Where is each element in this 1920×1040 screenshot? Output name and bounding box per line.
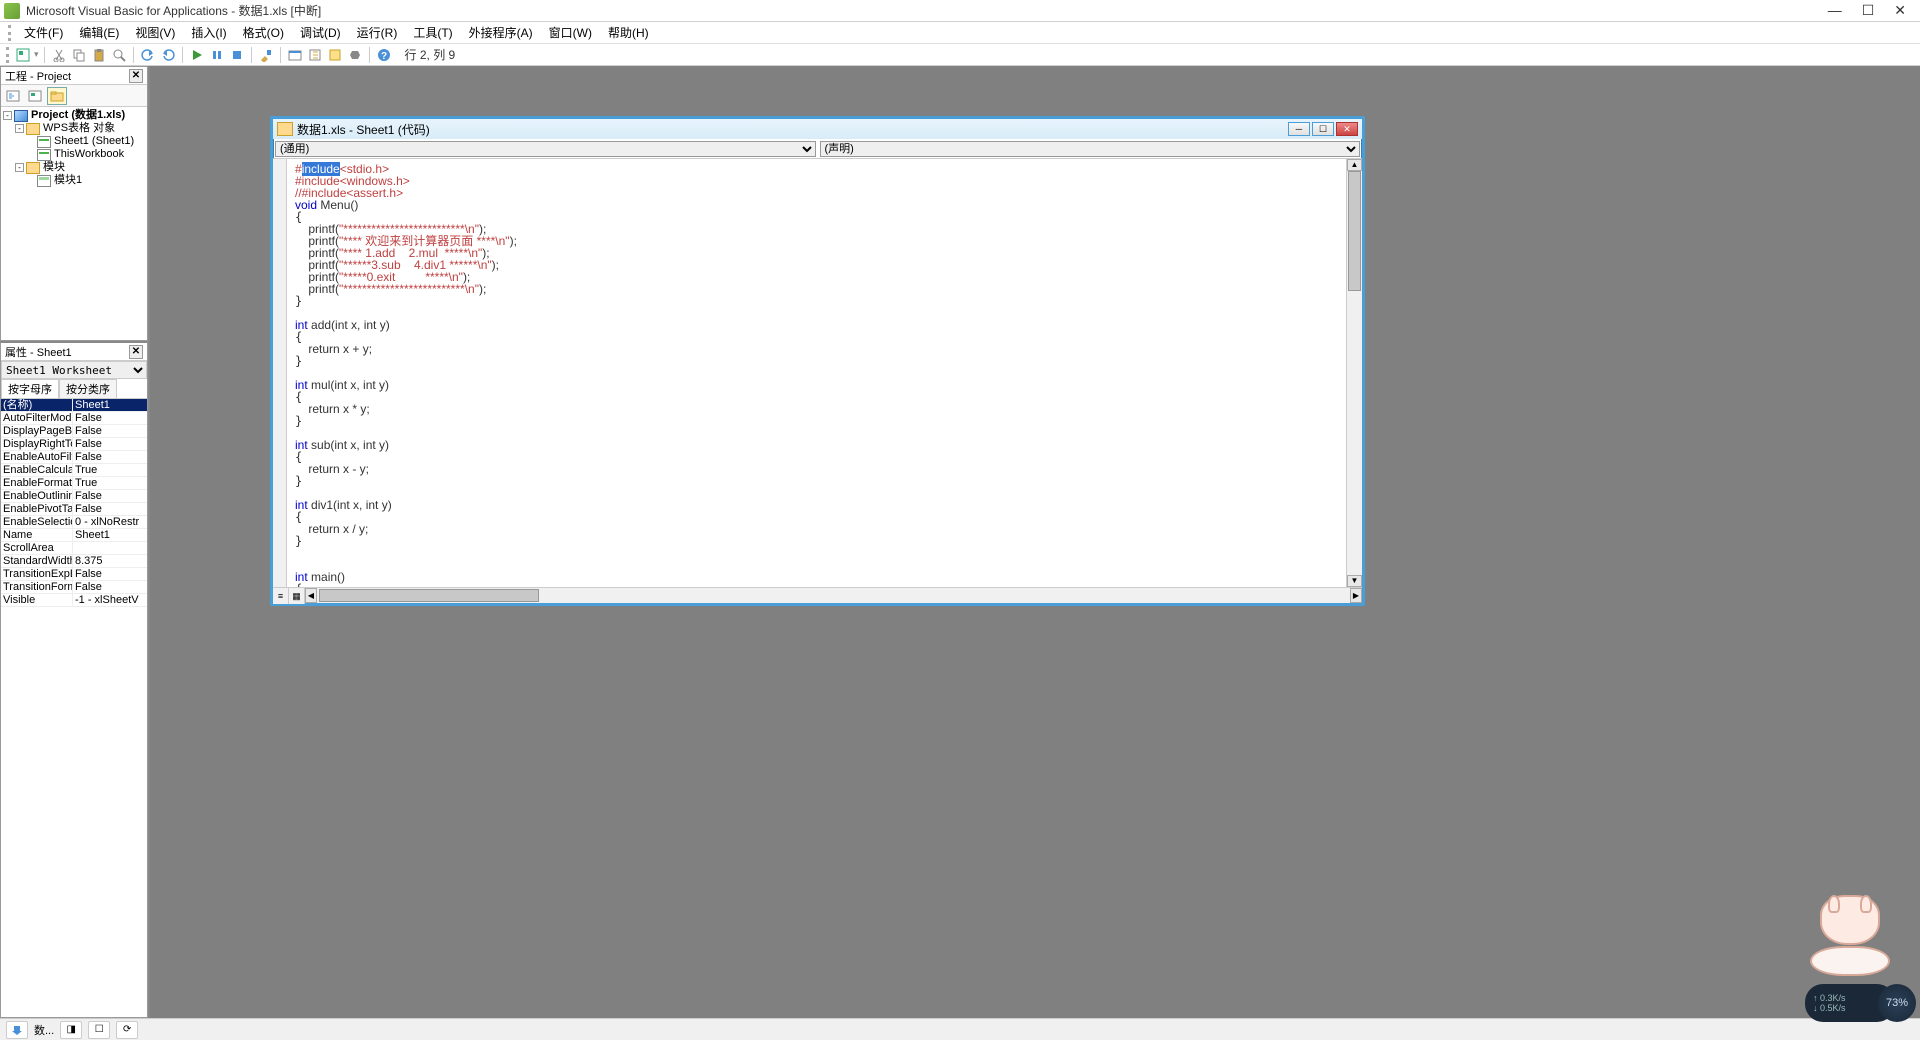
tb-break-icon[interactable] [208,46,226,64]
tb-redo-icon[interactable] [159,46,177,64]
tb-undo-icon[interactable] [139,46,157,64]
menu-file[interactable]: 文件(F) [18,22,69,43]
code-vertical-scrollbar[interactable]: ▲ ▼ [1346,159,1362,587]
close-button[interactable]: ✕ [1894,2,1906,19]
menu-help[interactable]: 帮助(H) [602,22,655,43]
tb-properties-icon[interactable] [306,46,324,64]
property-row[interactable]: AutoFilterModeFalse [1,412,147,425]
property-row[interactable]: EnablePivotTabFalse [1,503,147,516]
code-editor[interactable]: #include<stdio.h> #include<windows.h> //… [287,159,1346,587]
project-panel-title: 工程 - Project [5,68,71,84]
tb-cut-icon[interactable] [50,46,68,64]
property-row[interactable]: NameSheet1 [1,529,147,542]
property-row[interactable]: EnableOutlininFalse [1,490,147,503]
code-margin[interactable] [273,159,287,587]
maximize-button[interactable]: ☐ [1862,2,1875,19]
property-row[interactable]: Visible-1 - xlSheetV [1,594,147,607]
menu-run[interactable]: 运行(R) [351,22,404,43]
percent-widget[interactable]: 73% [1878,984,1916,1022]
window-title: Microsoft Visual Basic for Applications … [26,2,1828,19]
tree-item-module1[interactable]: 模块1 [54,174,82,187]
menu-addins[interactable]: 外接程序(A) [463,22,539,43]
tab-categorized[interactable]: 按分类序 [59,379,117,398]
property-row[interactable]: TransitionFormFalse [1,581,147,594]
tb-design-icon[interactable] [257,46,275,64]
procedure-dropdown[interactable]: (声明) [820,141,1361,157]
property-row[interactable]: DisplayPageBreFalse [1,425,147,438]
tb-browser-icon[interactable] [326,46,344,64]
menu-edit[interactable]: 编辑(E) [73,22,125,43]
property-row[interactable]: DisplayRightToFalse [1,438,147,451]
property-row[interactable]: TransitionExpEFalse [1,568,147,581]
tab-alphabetic[interactable]: 按字母序 [1,379,59,398]
sb-item-2[interactable]: ◨ [60,1021,82,1039]
sb-item-1[interactable] [6,1021,28,1039]
minimize-button[interactable]: — [1828,2,1842,19]
code-window-title: 数据1.xls - Sheet1 (代码) [297,121,430,138]
property-row[interactable]: (名称)Sheet1 [1,399,147,412]
properties-object-select[interactable]: Sheet1 Worksheet [1,361,147,379]
menu-debug[interactable]: 调试(D) [294,22,347,43]
tree-group-modules[interactable]: 模块 [43,161,65,174]
title-bar: Microsoft Visual Basic for Applications … [0,0,1920,22]
property-row[interactable]: StandardWidth8.375 [1,555,147,568]
app-icon [4,3,20,19]
cursor-position: 行 2, 列 9 [405,46,456,63]
view-code-icon[interactable] [3,87,23,105]
menu-view[interactable]: 视图(V) [129,22,181,43]
project-panel-close-icon[interactable]: ✕ [129,69,143,83]
tb-toolbox-icon[interactable] [346,46,364,64]
properties-grid[interactable]: (名称)Sheet1AutoFilterModeFalseDisplayPage… [1,399,147,607]
menu-tools[interactable]: 工具(T) [407,22,458,43]
code-window-icon [277,122,293,136]
sb-item-4[interactable]: ⟳ [116,1021,138,1039]
tree-group-objects[interactable]: WPS表格 对象 [43,122,115,135]
properties-panel: 属性 - Sheet1 ✕ Sheet1 Worksheet 按字母序 按分类序… [0,341,148,1018]
toolbar: ▾ ? 行 2, 列 9 [0,44,1920,66]
mdi-area: 数据1.xls - Sheet1 (代码) ─ ☐ ✕ (通用) (声明) #i… [150,66,1920,1018]
procedure-view-button[interactable]: ≡ [273,588,289,604]
sb-item-3[interactable]: ☐ [88,1021,110,1039]
sb-label: 数... [34,1022,54,1038]
tb-stop-icon[interactable] [228,46,246,64]
tb-kso-icon[interactable] [14,46,32,64]
view-object-icon[interactable] [25,87,45,105]
tree-item-sheet1[interactable]: Sheet1 (Sheet1) [54,135,134,148]
menu-format[interactable]: 格式(O) [237,22,290,43]
property-row[interactable]: ScrollArea [1,542,147,555]
status-bar: 数... ◨ ☐ ⟳ [0,1018,1920,1040]
menu-bar: 文件(F) 编辑(E) 视图(V) 插入(I) 格式(O) 调试(D) 运行(R… [0,22,1920,44]
code-maximize-button[interactable]: ☐ [1312,122,1334,136]
properties-panel-close-icon[interactable]: ✕ [129,345,143,359]
tb-find-icon[interactable] [110,46,128,64]
desktop-mascot[interactable] [1800,890,1900,980]
tb-copy-icon[interactable] [70,46,88,64]
toggle-folders-icon[interactable] [47,87,67,105]
tb-run-icon[interactable] [188,46,206,64]
code-window: 数据1.xls - Sheet1 (代码) ─ ☐ ✕ (通用) (声明) #i… [270,116,1365,606]
code-horizontal-scrollbar[interactable]: ◀ ▶ [305,588,1362,603]
object-dropdown[interactable]: (通用) [275,141,816,157]
property-row[interactable]: EnableCalculatTrue [1,464,147,477]
property-row[interactable]: EnableFormatCoTrue [1,477,147,490]
property-row[interactable]: EnableSelectio0 - xlNoRestr [1,516,147,529]
full-module-view-button[interactable]: ▦ [289,588,305,604]
properties-panel-title: 属性 - Sheet1 [5,344,72,360]
tree-root[interactable]: Project (数据1.xls) [31,109,125,122]
project-tree[interactable]: -Project (数据1.xls) -WPS表格 对象 Sheet1 (She… [1,107,147,340]
menu-window[interactable]: 窗口(W) [543,22,598,43]
property-row[interactable]: EnableAutoFiltFalse [1,451,147,464]
svg-text:?: ? [380,51,386,62]
tb-help-icon[interactable]: ? [375,46,393,64]
code-close-button[interactable]: ✕ [1336,122,1358,136]
code-minimize-button[interactable]: ─ [1288,122,1310,136]
project-explorer-panel: 工程 - Project ✕ -Project (数据1.xls) -WPS表格… [0,66,148,341]
menu-insert[interactable]: 插入(I) [185,22,232,43]
tree-item-thisworkbook[interactable]: ThisWorkbook [54,148,124,161]
tb-project-icon[interactable] [286,46,304,64]
tb-paste-icon[interactable] [90,46,108,64]
